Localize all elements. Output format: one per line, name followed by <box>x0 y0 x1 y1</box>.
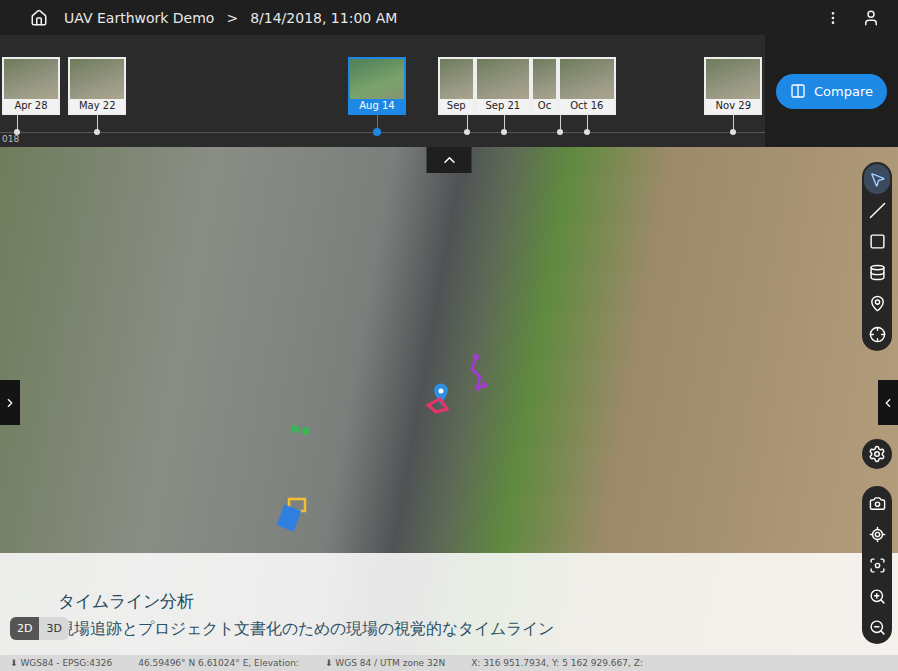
timeline-thumbnail[interactable]: Sep 21 <box>475 57 532 115</box>
timeline-thumbnail[interactable]: Apr 28 <box>2 57 60 115</box>
right-panel-toggle[interactable] <box>878 380 898 425</box>
volume-icon <box>869 264 886 281</box>
thumbnail-label: Oct 16 <box>560 99 614 113</box>
line-icon <box>869 202 886 219</box>
chevron-up-icon <box>440 151 458 169</box>
user-button[interactable] <box>858 5 884 31</box>
thumbnail-label: Sep <box>440 99 473 113</box>
timeline-thumbnail[interactable]: Oc <box>531 57 558 115</box>
timeline-thumbnail[interactable]: May 22 <box>68 57 126 115</box>
timeline-stem <box>467 115 468 129</box>
compare-button[interactable]: Compare <box>776 74 887 109</box>
dots-annotation[interactable] <box>291 425 310 435</box>
box-annotation[interactable] <box>277 505 301 532</box>
timeline-dot[interactable] <box>730 129 736 135</box>
more-button[interactable] <box>820 5 846 31</box>
timeline-thumbnail[interactable]: Aug 14 <box>348 57 406 115</box>
timeline-stem <box>377 115 378 129</box>
tool-button[interactable] <box>864 288 890 318</box>
crosshair-icon <box>869 326 886 343</box>
timeline-thumbnail[interactable]: Nov 29 <box>704 57 762 115</box>
user-icon <box>862 9 880 27</box>
timeline-axis <box>0 132 765 133</box>
pin-icon <box>869 295 886 312</box>
tool-column <box>862 162 892 644</box>
compare-icon <box>790 83 806 99</box>
timeline-dot[interactable] <box>584 129 590 135</box>
zoom-in-button[interactable] <box>864 581 890 611</box>
timeline-dot[interactable] <box>464 129 470 135</box>
tool-button[interactable] <box>864 319 890 349</box>
locate-button[interactable] <box>864 519 890 549</box>
timeline-stem <box>17 115 18 129</box>
settings-button[interactable] <box>862 439 892 469</box>
timeline-stem <box>504 115 505 129</box>
status-item: 46.59496° N 6.61024° E, Elevation: <box>138 658 299 668</box>
thumbnail-label: May 22 <box>70 99 124 113</box>
status-bar: ⬇ WGS84 - EPSG:4326 46.59496° N 6.61024° … <box>0 655 898 671</box>
thumbnail-label: Nov 29 <box>706 99 760 113</box>
timeline-dot[interactable] <box>14 129 20 135</box>
chevron-right-icon <box>3 396 17 410</box>
camera-icon <box>869 495 886 512</box>
breadcrumb-separator: > <box>226 10 238 26</box>
timeline-dot[interactable] <box>373 128 381 136</box>
caption-title: タイムライン分析 <box>58 590 898 613</box>
timeline-strip: 018 Apr 28 May 22 Aug 14 Sep Sep 21Oc Oct 16 No… <box>0 35 898 147</box>
left-panel-toggle[interactable] <box>0 380 20 425</box>
caption-overlay: タイムライン分析現場追跡とプロジェクト文書化のための現場の視覚的なタイムライン <box>0 553 898 655</box>
timeline-thumbnail[interactable]: Sep <box>438 57 475 115</box>
polygon-annotation[interactable] <box>428 399 447 412</box>
tool-button[interactable] <box>864 226 890 256</box>
camera-button[interactable] <box>864 488 890 518</box>
timeline-track: 018 Apr 28 May 22 Aug 14 Sep Sep 21Oc Oct 16 No… <box>0 35 765 147</box>
polyline-annotation[interactable] <box>472 354 487 389</box>
status-item: X: 316 951.7934, Y: 5 162 929.667, Z: <box>471 658 643 668</box>
tool-button[interactable] <box>864 164 890 194</box>
project-name[interactable]: UAV Earthwork Demo <box>64 10 214 26</box>
view-mode-toggle: 2D3D <box>10 617 69 640</box>
capture-datetime[interactable]: 8/14/2018, 11:00 AM <box>250 10 397 26</box>
measure-toolbar <box>862 162 892 351</box>
focus-button[interactable] <box>864 550 890 580</box>
thumbnail-label: Oc <box>533 99 556 113</box>
timeline-stem <box>560 115 561 129</box>
timeline-dot[interactable] <box>557 129 563 135</box>
chevron-left-icon <box>881 396 895 410</box>
map-view[interactable]: タイムライン分析現場追跡とプロジェクト文書化のための現場の視覚的なタイムライン2… <box>0 147 898 655</box>
thumbnail-label: Aug 14 <box>350 99 404 113</box>
home-icon <box>30 9 48 27</box>
timeline-thumbnail[interactable]: Oct 16 <box>558 57 616 115</box>
thumbnail-label: Apr 28 <box>4 99 58 113</box>
thumbnail-label: Sep 21 <box>477 99 530 113</box>
tool-button[interactable] <box>864 195 890 225</box>
zoom-out-button[interactable] <box>864 612 890 642</box>
zoom-out-icon <box>869 619 886 636</box>
view-mode-option[interactable]: 3D <box>39 617 68 640</box>
rectangle-icon <box>869 233 886 250</box>
timeline-stem <box>733 115 734 129</box>
locate-icon <box>869 526 886 543</box>
timeline-stem <box>97 115 98 129</box>
tool-button[interactable] <box>864 257 890 287</box>
zoom-in-icon <box>869 588 886 605</box>
more-icon <box>825 10 841 26</box>
view-mode-option[interactable]: 2D <box>10 617 39 640</box>
status-item: ⬇ WGS84 - EPSG:4326 <box>10 658 112 668</box>
gear-icon <box>868 445 886 463</box>
view-toolbar <box>862 486 892 644</box>
timeline-dot[interactable] <box>501 129 507 135</box>
timeline-stem <box>587 115 588 129</box>
compare-area: Compare <box>765 35 898 147</box>
timeline-dot[interactable] <box>94 129 100 135</box>
pointer-icon <box>869 171 886 188</box>
timeline-year: 018 <box>2 134 19 144</box>
home-button[interactable] <box>26 5 52 31</box>
caption-subtitle: 現場追跡とプロジェクト文書化のための現場の視覚的なタイムライン <box>58 619 898 640</box>
focus-icon <box>869 557 886 574</box>
status-item: ⬇ WGS 84 / UTM zone 32N <box>325 658 445 668</box>
top-bar: UAV Earthwork Demo >8/14/2018, 11:00 AM <box>0 0 898 35</box>
collapse-timeline-button[interactable] <box>427 147 472 173</box>
app-window: UAV Earthwork Demo >8/14/2018, 11:00 AM 01… <box>0 0 898 671</box>
